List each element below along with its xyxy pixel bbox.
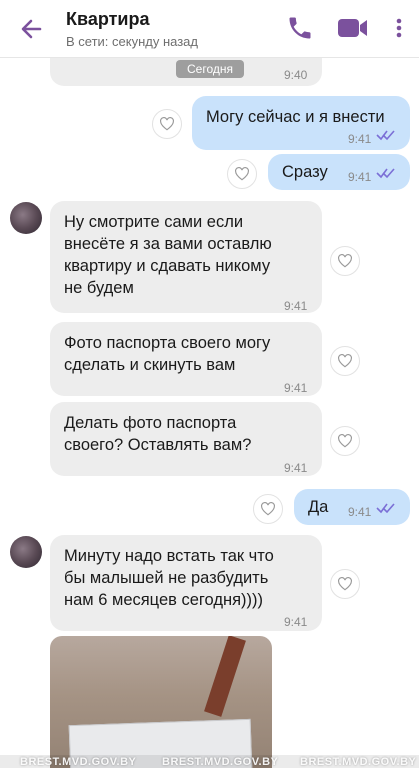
chat-header: Квартира В сети: секунду назад (0, 0, 419, 58)
read-ticks-icon (376, 503, 395, 514)
chat-title[interactable]: Квартира (66, 9, 149, 30)
message-time: 9:41 (348, 170, 372, 184)
message-incoming[interactable]: Фото паспорта своего могу сделать и скин… (50, 322, 322, 396)
message-outgoing[interactable]: Да 9:41 (294, 489, 410, 525)
online-status: В сети: секунду назад (66, 34, 198, 49)
message-text: Могу сейчас и я внести (206, 108, 385, 126)
heart-icon (338, 577, 352, 591)
video-camera-icon (338, 19, 367, 37)
message-incoming[interactable]: Минуту надо встать так что бы малышей не… (50, 535, 322, 631)
photo-attachment[interactable] (50, 636, 272, 768)
message-list[interactable]: 9:40 Сегодня Могу сейчас и я внести 9:41… (0, 58, 419, 768)
message-time: 9:41 (348, 132, 372, 146)
contact-avatar[interactable] (10, 202, 42, 234)
message-time: 9:41 (284, 615, 308, 629)
watermark-text: BREST.MVD.GOV.BY (20, 756, 137, 768)
heart-icon (160, 117, 174, 131)
watermark: BREST.MVD.GOV.BY BREST.MVD.GOV.BY BREST.… (0, 755, 419, 768)
video-call-button[interactable] (336, 14, 370, 42)
heart-icon (338, 354, 352, 368)
heart-icon (338, 434, 352, 448)
like-button[interactable] (330, 426, 360, 456)
message-text: Делать фото паспорта своего? Оставлять в… (64, 414, 252, 454)
message-time: 9:41 (284, 461, 308, 475)
like-button[interactable] (330, 569, 360, 599)
message-time: 9:41 (284, 299, 308, 313)
menu-button[interactable] (392, 14, 406, 42)
arrow-left-icon (21, 19, 42, 39)
watermark-text: BREST.MVD.GOV.BY (162, 756, 279, 768)
message-time: 9:40 (284, 68, 308, 82)
message-incoming[interactable]: Делать фото паспорта своего? Оставлять в… (50, 402, 322, 476)
more-vertical-icon (396, 18, 402, 38)
watermark-text: BREST.MVD.GOV.BY (300, 756, 417, 768)
message-outgoing[interactable]: Сразу 9:41 (268, 154, 410, 190)
like-button[interactable] (253, 494, 283, 524)
contact-avatar[interactable] (10, 536, 42, 568)
photo-content (204, 636, 246, 717)
message-text: Фото паспорта своего могу сделать и скин… (64, 334, 271, 374)
like-button[interactable] (330, 246, 360, 276)
back-button[interactable] (18, 15, 46, 43)
message-text: Ну смотрите сами если внесёте я за вами … (64, 213, 272, 297)
message-outgoing[interactable]: Могу сейчас и я внести 9:41 (192, 96, 410, 150)
heart-icon (338, 254, 352, 268)
heart-icon (235, 167, 249, 181)
message-text: Сразу (282, 163, 328, 181)
read-ticks-icon (376, 130, 395, 141)
read-ticks-icon (376, 168, 395, 179)
message-text: Да (308, 498, 329, 516)
date-separator: Сегодня (176, 60, 244, 78)
like-button[interactable] (227, 159, 257, 189)
like-button[interactable] (330, 346, 360, 376)
phone-icon (289, 17, 311, 39)
call-button[interactable] (286, 14, 314, 42)
message-text: Минуту надо встать так что бы малышей не… (64, 547, 274, 609)
heart-icon (261, 502, 275, 516)
like-button[interactable] (152, 109, 182, 139)
message-time: 9:41 (348, 505, 372, 519)
message-time: 9:41 (284, 381, 308, 395)
message-incoming[interactable]: Ну смотрите сами если внесёте я за вами … (50, 201, 322, 313)
